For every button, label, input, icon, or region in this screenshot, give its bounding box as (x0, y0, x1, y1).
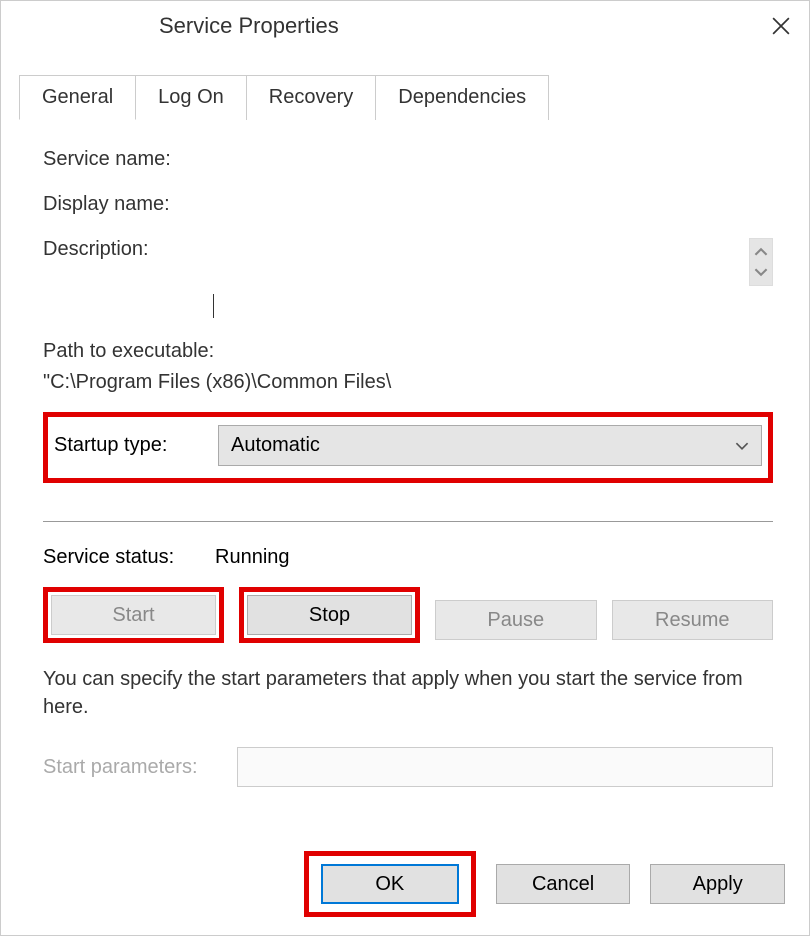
service-status-label: Service status: (43, 546, 215, 569)
display-name-label: Display name: (43, 193, 215, 216)
pause-button: Pause (435, 600, 597, 640)
tab-general[interactable]: General (19, 75, 136, 120)
startup-highlight: Startup type: Automatic (43, 412, 773, 483)
path-value: "C:\Program Files (x86)\Common Files\ (43, 371, 773, 394)
description-scrollbar[interactable] (749, 238, 773, 286)
scroll-up-icon[interactable] (754, 245, 768, 259)
ok-highlight: OK (304, 851, 476, 917)
startup-type-label: Startup type: (54, 434, 218, 457)
service-name-label: Service name: (43, 148, 215, 171)
divider (43, 521, 773, 522)
description-cursor (213, 294, 773, 318)
tab-log-on[interactable]: Log On (135, 75, 247, 120)
start-parameters-input (237, 747, 773, 787)
path-label: Path to executable: (43, 340, 773, 363)
tab-recovery[interactable]: Recovery (246, 75, 376, 120)
info-text: You can specify the start parameters tha… (43, 665, 773, 721)
apply-button[interactable]: Apply (650, 864, 785, 904)
description-label: Description: (43, 238, 215, 261)
chevron-down-icon (735, 439, 749, 453)
scroll-down-icon[interactable] (754, 265, 768, 279)
tab-dependencies[interactable]: Dependencies (375, 75, 549, 120)
start-button: Start (51, 595, 216, 635)
cancel-button[interactable]: Cancel (496, 864, 631, 904)
stop-highlight: Stop (239, 587, 420, 643)
stop-button[interactable]: Stop (247, 595, 412, 635)
start-parameters-label: Start parameters: (43, 756, 223, 779)
ok-button[interactable]: OK (321, 864, 459, 904)
service-status-value: Running (215, 546, 290, 569)
startup-type-value: Automatic (231, 434, 320, 457)
window-title: Service Properties (159, 13, 339, 39)
close-icon[interactable] (769, 14, 793, 38)
start-highlight: Start (43, 587, 224, 643)
startup-type-select[interactable]: Automatic (218, 425, 762, 466)
resume-button: Resume (612, 600, 774, 640)
